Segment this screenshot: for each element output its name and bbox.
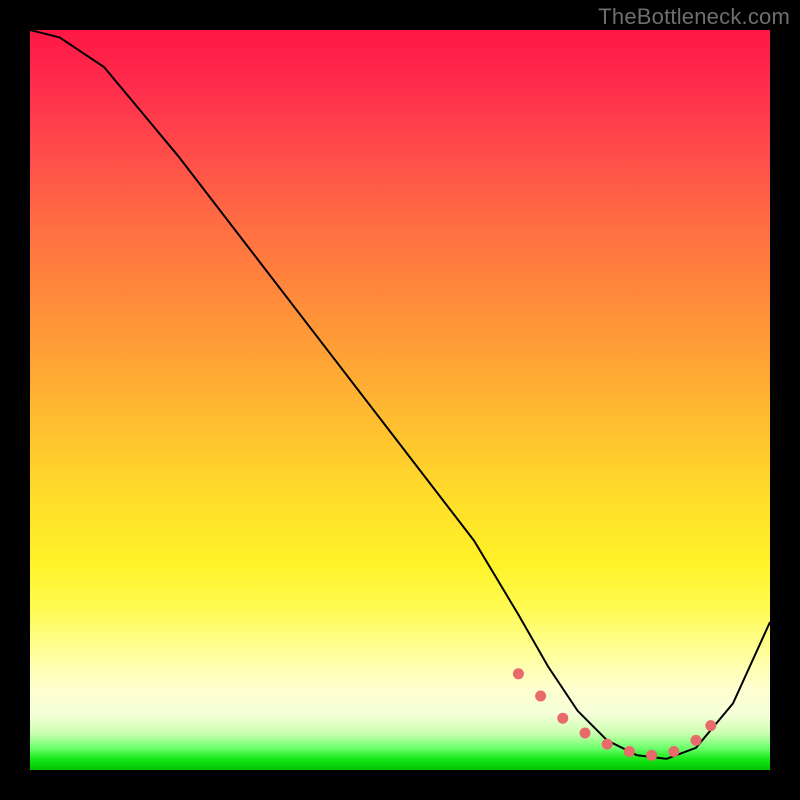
marker-dot (535, 691, 546, 702)
chart-frame: TheBottleneck.com (0, 0, 800, 800)
marker-dot (602, 739, 613, 750)
marker-dot (705, 720, 716, 731)
marker-dot (691, 735, 702, 746)
highlight-markers (513, 668, 716, 760)
watermark-text: TheBottleneck.com (598, 4, 790, 30)
marker-dot (624, 746, 635, 757)
marker-dot (646, 750, 657, 761)
marker-dot (580, 728, 591, 739)
plot-area (30, 30, 770, 770)
marker-dot (513, 668, 524, 679)
bottleneck-curve (30, 30, 770, 759)
chart-overlay (30, 30, 770, 770)
marker-dot (668, 746, 679, 757)
marker-dot (557, 713, 568, 724)
